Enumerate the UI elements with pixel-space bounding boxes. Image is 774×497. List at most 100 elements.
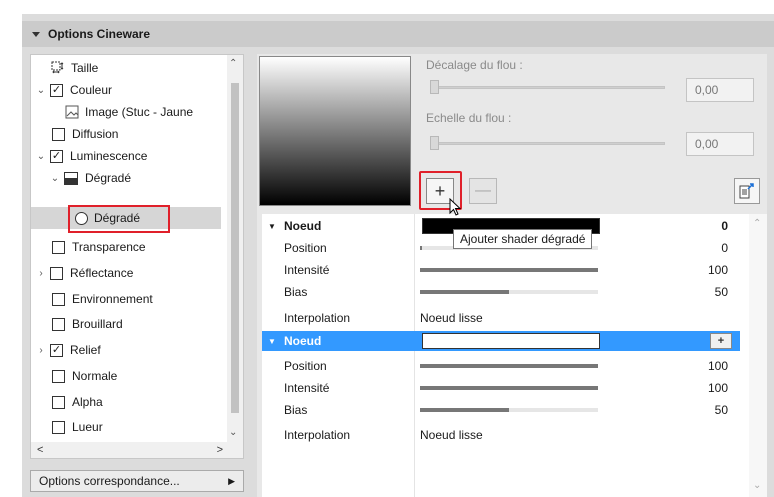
gradient-node-table[interactable]: ▼ Noeud 0 Position 0 Intensité 100 Bias … xyxy=(262,214,767,497)
row-value: 100 xyxy=(707,381,728,395)
tree-item-transparence[interactable]: Transparence xyxy=(52,236,146,258)
node-add-button[interactable]: + xyxy=(710,333,732,349)
chevron-right-icon[interactable]: › xyxy=(35,268,47,279)
panel-title: Options Cineware xyxy=(48,27,151,41)
checkbox-relief[interactable]: ✓ xyxy=(50,343,63,357)
tree-item-label: Normale xyxy=(72,369,118,383)
export-icon[interactable] xyxy=(734,178,760,204)
tree-item-label: Alpha xyxy=(72,395,103,409)
row-name: Interpolation xyxy=(284,428,351,442)
tree-item-label: Luminescence xyxy=(70,149,148,163)
tree-item-brouillard[interactable]: Brouillard xyxy=(52,313,123,335)
tree-item-luminescence[interactable]: ⌄ ✓ Luminescence xyxy=(35,145,148,167)
checkbox-diffusion[interactable] xyxy=(52,127,65,141)
table-row[interactable]: Interpolation Noeud lisse xyxy=(262,425,740,445)
scroll-up-icon[interactable]: ⌃ xyxy=(753,218,761,229)
tree-item-label: Relief xyxy=(70,343,101,357)
row-name: Bias xyxy=(284,403,308,417)
options-correspondance-button[interactable]: Options correspondance... ▶ xyxy=(30,470,244,492)
tree-item-label: Dégradé xyxy=(85,171,132,185)
checkbox-environnement[interactable] xyxy=(52,292,65,306)
tree-vertical-scrollbar[interactable]: ⌃ ⌄ xyxy=(227,55,243,458)
table-row[interactable]: Intensité 100 xyxy=(262,378,740,398)
blur-scale-slider-thumb[interactable] xyxy=(430,136,439,150)
tree-item-environnement[interactable]: Environnement xyxy=(52,288,153,310)
tree-item-label: Brouillard xyxy=(72,317,123,331)
checkbox-couleur[interactable]: ✓ xyxy=(50,83,63,97)
blur-scale-input[interactable]: 0,00 xyxy=(686,132,754,156)
tree-item-couleur[interactable]: ⌄ ✓ Couleur xyxy=(35,79,112,101)
level-bar-track[interactable] xyxy=(420,386,598,390)
scroll-left-icon[interactable]: < xyxy=(37,444,43,456)
table-row[interactable]: Intensité 100 xyxy=(262,260,740,280)
checkbox-transparence[interactable] xyxy=(52,240,65,254)
scroll-down-icon[interactable]: ⌄ xyxy=(753,480,761,491)
level-bar-track[interactable] xyxy=(420,408,598,412)
interpolation-value[interactable]: Noeud lisse xyxy=(420,311,483,325)
blur-offset-label: Décalage du flou : xyxy=(426,58,523,72)
size-icon xyxy=(51,61,65,75)
collapse-triangle-icon[interactable]: ▼ xyxy=(268,337,276,346)
tree-item-reflectance[interactable]: › Réflectance xyxy=(35,262,133,284)
row-value: 50 xyxy=(714,285,728,299)
node-header-row-selected[interactable]: ▼ Noeud + xyxy=(262,331,740,351)
level-bar-fill xyxy=(420,364,598,368)
tree-item-label: Couleur xyxy=(70,83,113,97)
blur-offset-slider-thumb[interactable] xyxy=(430,80,439,94)
chevron-down-icon[interactable]: ⌄ xyxy=(49,173,61,184)
tree-item-lueur[interactable]: Lueur xyxy=(52,416,103,438)
level-bar-fill xyxy=(420,246,422,250)
collapse-triangle-icon[interactable] xyxy=(32,31,40,37)
table-row[interactable]: Bias 50 xyxy=(262,282,740,302)
table-row[interactable]: Position 100 xyxy=(262,356,740,376)
row-name: Bias xyxy=(284,285,308,299)
level-bar-fill xyxy=(420,268,598,272)
level-bar-track[interactable] xyxy=(420,268,598,272)
tree-item-taille[interactable]: Taille xyxy=(51,57,98,79)
scroll-right-icon[interactable]: > xyxy=(217,444,223,456)
chevron-down-icon[interactable]: ⌄ xyxy=(35,151,47,162)
tree-item-image[interactable]: Image (Stuc - Jaune xyxy=(65,101,193,123)
checkbox-alpha[interactable] xyxy=(52,395,65,409)
tree-horizontal-scrollbar[interactable]: < > xyxy=(31,442,243,458)
interpolation-value[interactable]: Noeud lisse xyxy=(420,428,483,442)
node-color-swatch[interactable] xyxy=(422,333,600,349)
tree-item-label: Taille xyxy=(71,61,99,75)
table-row[interactable]: Bias 50 xyxy=(262,400,740,420)
blur-offset-input[interactable]: 0,00 xyxy=(686,78,754,102)
row-value: 50 xyxy=(714,403,728,417)
row-value: 100 xyxy=(707,263,728,277)
table-row[interactable]: Interpolation Noeud lisse xyxy=(262,308,740,328)
checkbox-brouillard[interactable] xyxy=(52,317,65,331)
tree-item-diffusion[interactable]: Diffusion xyxy=(52,123,118,145)
panel-header[interactable]: Options Cineware xyxy=(22,21,774,47)
collapse-triangle-icon[interactable]: ▼ xyxy=(268,222,276,231)
scrollbar-thumb[interactable] xyxy=(231,83,239,413)
level-bar-fill xyxy=(420,386,598,390)
tree-item-degrade-parent[interactable]: ⌄ Dégradé xyxy=(49,167,131,189)
table-vertical-scrollbar[interactable]: ⌃ ⌄ xyxy=(749,214,767,497)
tree-item-relief[interactable]: › ✓ Relief xyxy=(35,339,101,361)
scroll-down-icon[interactable]: ⌄ xyxy=(229,427,237,438)
blur-offset-slider-track[interactable] xyxy=(432,86,665,89)
chevron-down-icon[interactable]: ⌄ xyxy=(35,85,47,96)
caret-right-icon: ▶ xyxy=(228,475,235,486)
row-name: Position xyxy=(284,359,327,373)
checkbox-lueur[interactable] xyxy=(52,420,65,434)
remove-node-button[interactable]: — xyxy=(469,178,497,204)
chevron-right-icon[interactable]: › xyxy=(35,345,47,356)
tree-item-normale[interactable]: Normale xyxy=(52,365,117,387)
row-value: 0 xyxy=(721,241,728,255)
channel-tree[interactable]: Taille ⌄ ✓ Couleur Image (Stuc - Jaune D… xyxy=(30,54,244,459)
level-bar-track[interactable] xyxy=(420,364,598,368)
checkbox-reflectance[interactable] xyxy=(50,266,63,280)
checkbox-luminescence[interactable]: ✓ xyxy=(50,149,63,163)
scroll-up-icon[interactable]: ⌃ xyxy=(229,58,237,69)
checkbox-normale[interactable] xyxy=(52,369,65,383)
level-bar-track[interactable] xyxy=(420,290,598,294)
tree-item-alpha[interactable]: Alpha xyxy=(52,391,103,413)
blur-scale-slider-track[interactable] xyxy=(432,142,665,145)
node-header-label: Noeud xyxy=(284,334,322,348)
tree-item-label: Environnement xyxy=(72,292,153,306)
row-name: Intensité xyxy=(284,381,330,395)
